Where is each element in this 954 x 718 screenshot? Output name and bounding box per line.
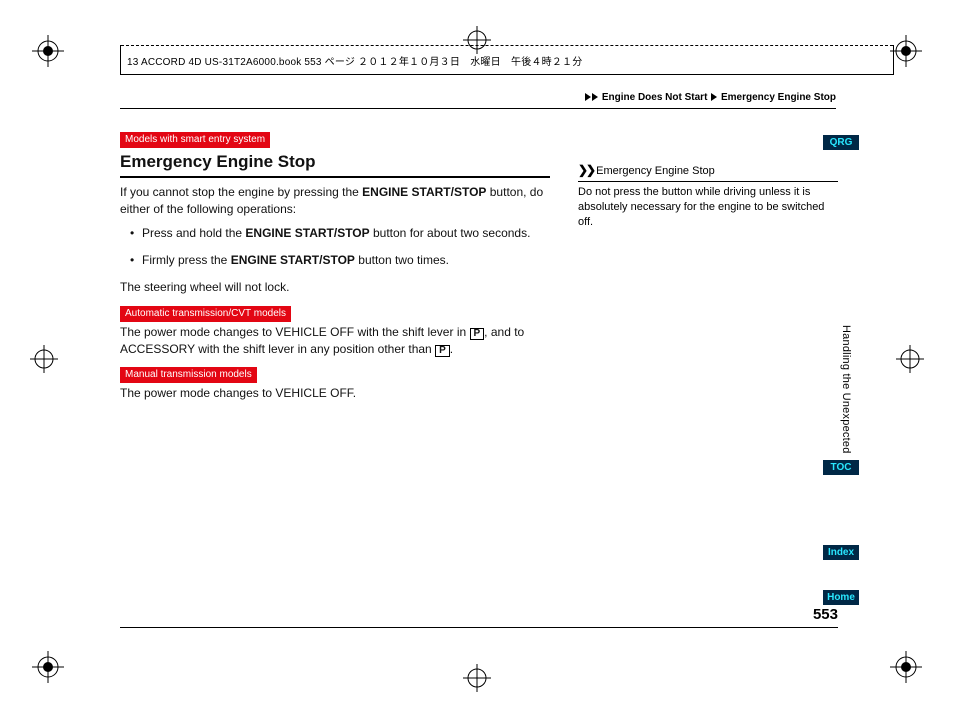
auto-paragraph: The power mode changes to VEHICLE OFF wi… [120,324,550,358]
chevron-icon: ❯❯ [578,163,594,177]
crop-mark-icon [890,651,922,683]
triangle-icon [585,93,591,101]
intro-paragraph: If you cannot stop the engine by pressin… [120,184,550,218]
divider [120,627,838,628]
crop-mark-icon [461,662,493,694]
shift-key-icon: P [470,328,485,340]
shift-key-icon: P [435,345,450,357]
crop-mark-icon [32,35,64,67]
crop-mark-icon [28,343,60,375]
side-note: ❯❯Emergency Engine Stop Do not press the… [578,162,838,229]
instruction-list: Press and hold the ENGINE START/STOP but… [130,225,550,269]
page-title: Emergency Engine Stop [120,150,550,178]
side-note-heading: ❯❯Emergency Engine Stop [578,162,838,179]
triangle-icon [592,93,598,101]
crop-mark-icon [890,35,922,67]
steering-note: The steering wheel will not lock. [120,279,550,296]
list-item: Firmly press the ENGINE START/STOP butto… [130,252,550,269]
side-tab-qrg[interactable]: QRG [823,135,859,152]
side-note-body: Do not press the button while driving un… [578,185,838,230]
chapter-label: Handling the Unexpected [840,325,852,454]
manual-paragraph: The power mode changes to VEHICLE OFF. [120,385,550,402]
model-tag: Manual transmission models [120,367,257,383]
book-metadata-line: 13 ACCORD 4D US-31T2A6000.book 553 ページ ２… [120,45,894,75]
crop-mark-icon [32,651,64,683]
side-tab-index[interactable]: Index [823,545,859,560]
side-tab-home[interactable]: Home [823,590,859,605]
divider [120,108,836,109]
book-metadata-text: 13 ACCORD 4D US-31T2A6000.book 553 ページ ２… [127,57,582,68]
model-tag: Automatic transmission/CVT models [120,306,291,322]
page-number: 553 [813,606,838,623]
breadcrumb-item: Emergency Engine Stop [721,92,836,103]
crop-mark-icon [894,343,926,375]
main-content: Models with smart entry system Emergency… [120,130,550,410]
breadcrumb-item: Engine Does Not Start [602,92,708,103]
side-tab-toc[interactable]: TOC [823,460,859,475]
model-tag: Models with smart entry system [120,132,270,148]
breadcrumb: Engine Does Not Start Emergency Engine S… [585,92,836,103]
divider [578,181,838,182]
triangle-icon [711,93,717,101]
list-item: Press and hold the ENGINE START/STOP but… [130,225,550,242]
